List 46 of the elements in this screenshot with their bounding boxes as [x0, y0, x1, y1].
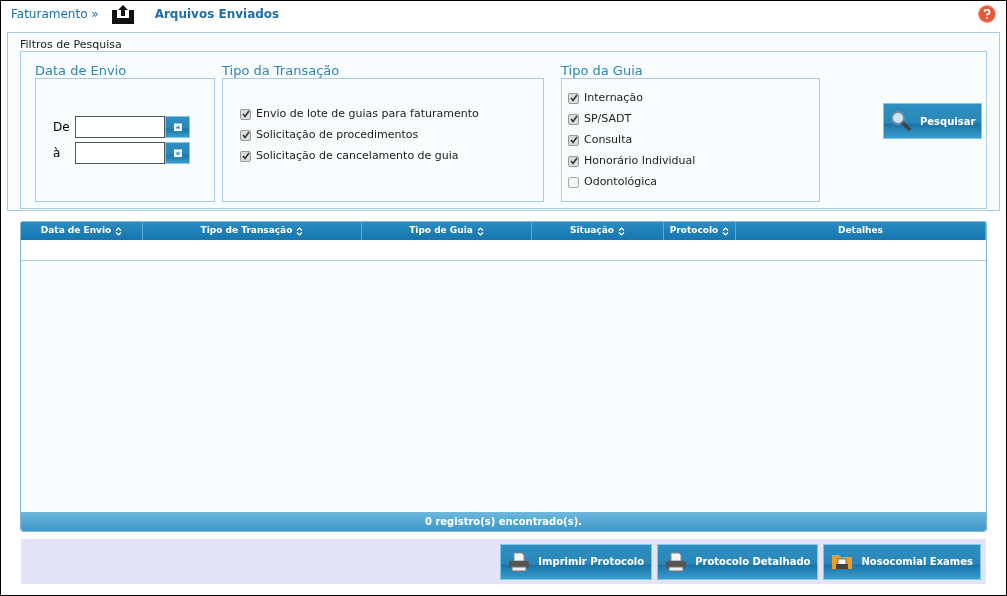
column-header[interactable]: Detalhes [736, 222, 986, 240]
column-header[interactable]: Tipo de Transação [143, 222, 362, 240]
date-field[interactable] [75, 116, 165, 138]
checkbox-label: Envio de lote de guias para faturamento [256, 105, 479, 122]
checkbox[interactable] [240, 150, 251, 162]
table-footer: 0 registro(s) encontrado(s). [21, 512, 986, 531]
upload-tray-icon [110, 4, 135, 24]
date-label: De [53, 119, 71, 136]
group-title: Data de Envio [35, 62, 128, 78]
group-title: Tipo da Guia [561, 62, 644, 78]
checkbox-label: Internação [584, 89, 643, 106]
printer-icon [508, 551, 531, 572]
checkbox[interactable] [240, 108, 251, 120]
checkbox-label: Solicitação de procedimentos [256, 126, 419, 143]
column-header[interactable]: Situação [532, 222, 664, 240]
checkbox[interactable] [568, 134, 579, 146]
section-legend: Filtros de Pesquisa [20, 37, 987, 51]
group-title: Tipo da Transação [222, 62, 341, 78]
checkbox[interactable] [240, 129, 251, 141]
calendar-icon [173, 123, 182, 131]
printer-icon [665, 551, 688, 572]
date-field[interactable] [75, 142, 165, 164]
action-button[interactable]: Imprimir Protocolo [500, 543, 653, 580]
checkbox-label: SP/SADT [584, 110, 632, 127]
calendar-icon [173, 149, 182, 157]
checkbox-label: Consulta [584, 131, 633, 148]
action-button[interactable]: Protocolo Detalhado [657, 543, 819, 580]
date-label: à [53, 145, 62, 162]
calendar-button[interactable] [165, 116, 190, 138]
checkbox[interactable] [568, 155, 579, 167]
checkbox[interactable] [568, 92, 579, 104]
calendar-button[interactable] [165, 142, 190, 164]
column-header[interactable]: Data de Envio [21, 222, 143, 240]
column-header[interactable]: Tipo de Guia [362, 222, 532, 240]
search-button[interactable]: Pesquisar [883, 103, 982, 139]
column-header[interactable]: Protocolo [664, 222, 736, 240]
checkbox-label: Honorário Individual [584, 152, 696, 169]
breadcrumb-link[interactable]: Faturamento » [11, 5, 99, 23]
search-icon [890, 110, 912, 132]
page-title: Arquivos Enviados [154, 6, 280, 23]
checkbox-label: Solicitação de cancelamento de guia [256, 147, 459, 164]
checkbox[interactable] [568, 113, 579, 125]
help-icon[interactable] [978, 5, 996, 23]
action-button[interactable]: Nosocomial Exames [823, 543, 981, 580]
checkbox[interactable] [568, 176, 579, 188]
checkbox-label: Odontológica [584, 173, 657, 190]
